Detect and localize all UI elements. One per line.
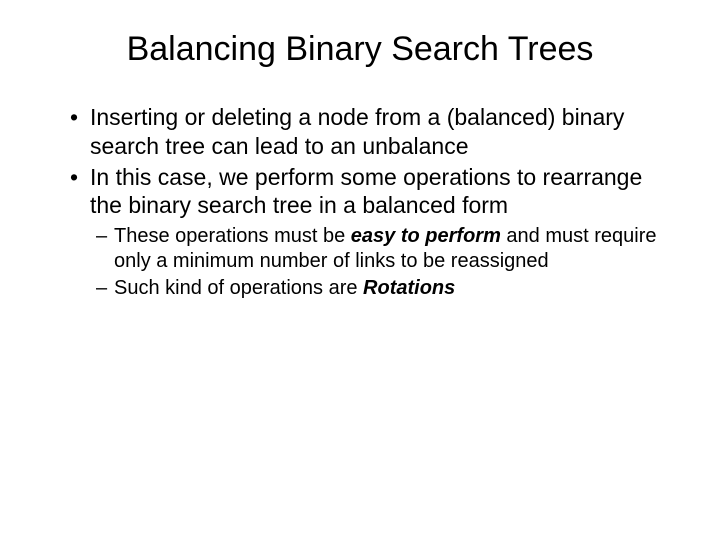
bullet-list-level1: Inserting or deleting a node from a (bal… <box>40 103 680 220</box>
emphasis-text: easy to perform <box>351 225 501 247</box>
emphasis-text: Rotations <box>363 277 455 299</box>
slide-title: Balancing Binary Search Trees <box>40 30 680 69</box>
sub-bullet-item: These operations must be easy to perform… <box>96 224 680 274</box>
bullet-list-level2: These operations must be easy to perform… <box>40 224 680 301</box>
sub-bullet-item: Such kind of operations are Rotations <box>96 276 680 301</box>
bullet-item: In this case, we perform some operations… <box>70 163 680 221</box>
sub-text: These operations must be <box>114 225 351 247</box>
sub-text: Such kind of operations are <box>114 277 363 299</box>
bullet-item: Inserting or deleting a node from a (bal… <box>70 103 680 161</box>
